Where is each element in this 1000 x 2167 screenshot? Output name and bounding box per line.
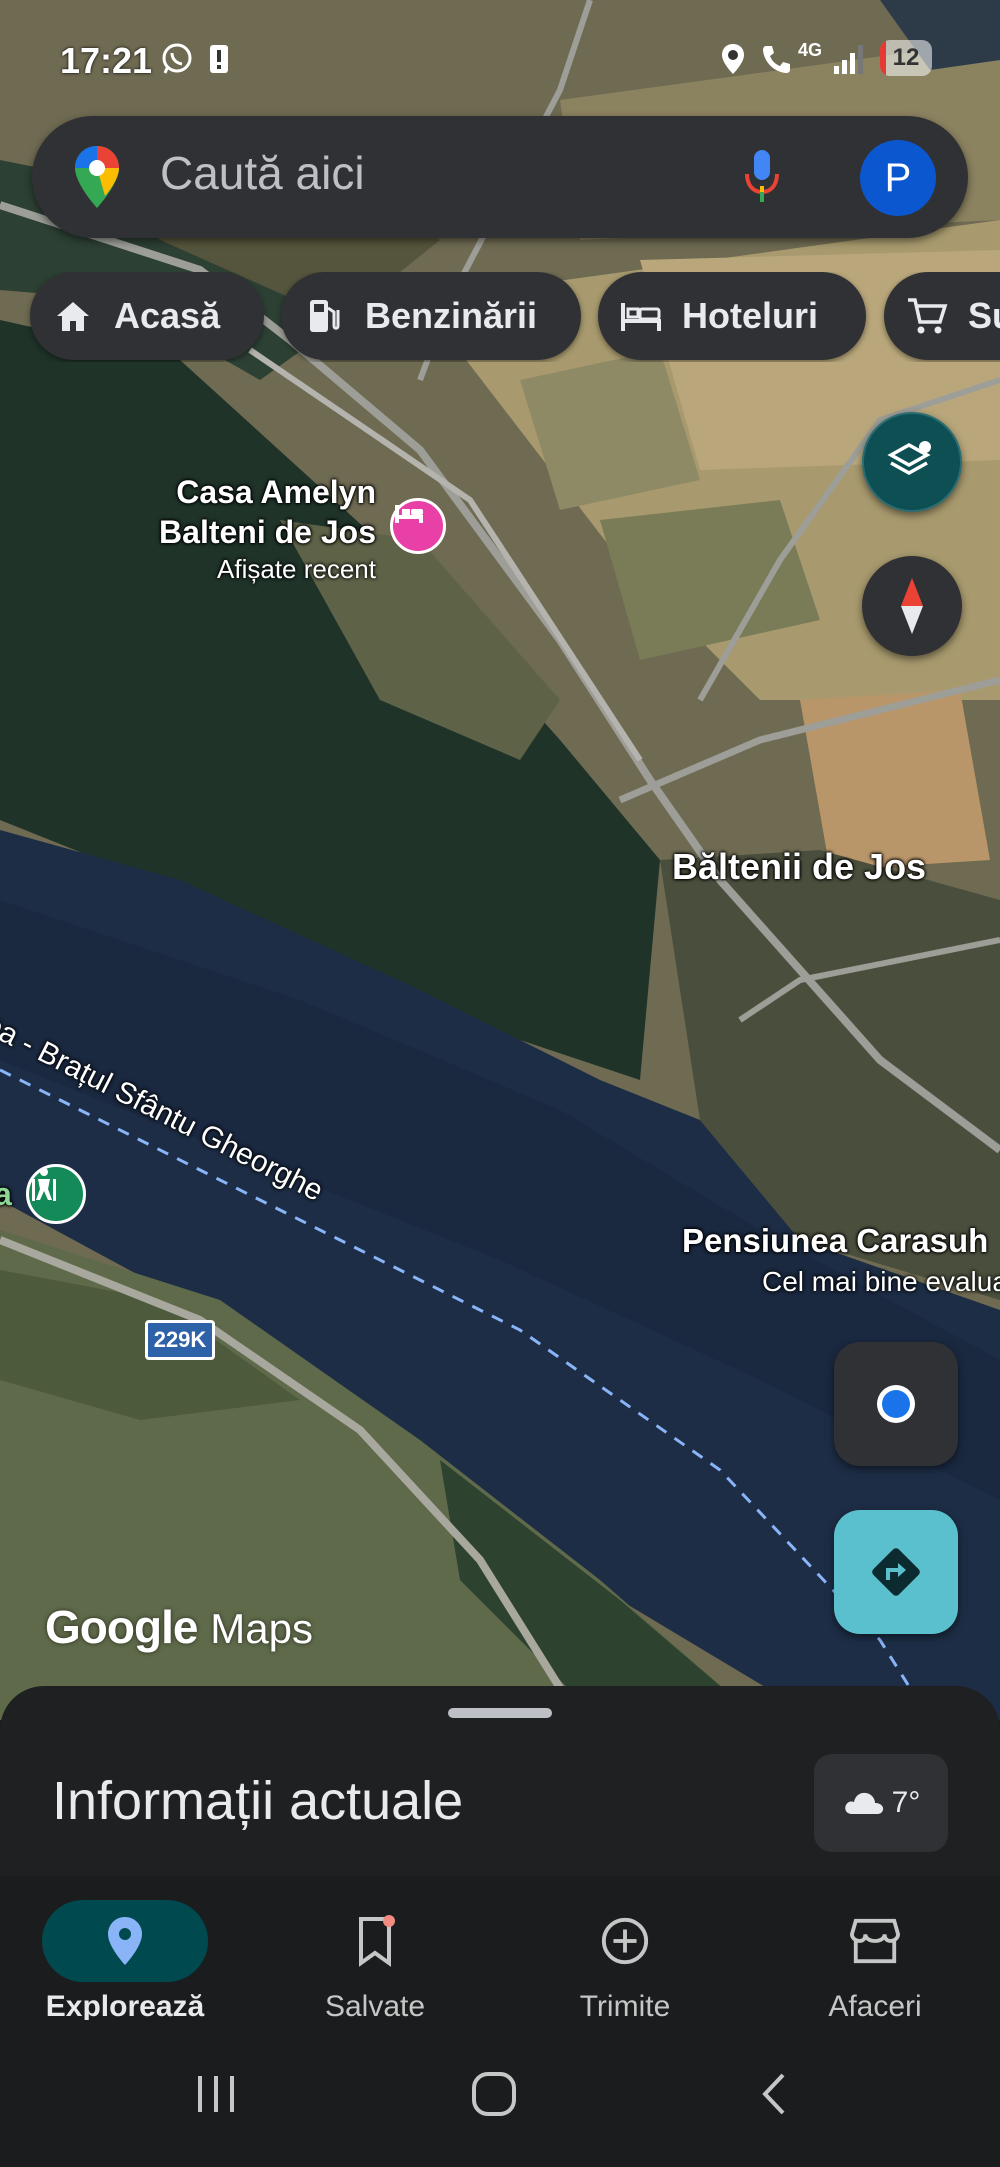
my-location-icon [877,1385,915,1423]
chip-gas-stations[interactable]: Benzinării [281,272,581,360]
cart-icon [904,293,950,339]
my-location-button[interactable] [834,1342,958,1466]
temperature: 7° [891,1786,921,1819]
bottom-nav: Explorează Salvate Trimite Afaceri [0,1876,1000,2023]
directions-button[interactable] [834,1510,958,1634]
nav-label: Salvate [324,1990,426,2023]
cloud-icon [844,1792,883,1814]
battery-level: 12 [892,44,920,71]
whatsapp-icon [160,42,194,76]
system-nav-bar [0,2020,1000,2167]
compass-button[interactable] [862,556,962,656]
casa-amelyn-subtitle: Afișate recent [217,554,376,584]
battery-indicator: 12 [880,40,932,76]
chip-label: Su [968,295,1000,336]
back-icon [762,2073,785,2115]
nav-label: Afaceri [828,1990,922,2023]
hotel-pin-icon[interactable] [390,498,446,554]
logo-product: Maps [210,1605,313,1652]
nav-explore[interactable]: Explorează [0,1890,250,2023]
bed-icon [618,293,664,339]
directions-icon [872,1548,920,1596]
location-icon [720,42,746,76]
village-label[interactable]: Băltenii de Jos [672,846,926,888]
edge-place-label: a [0,1176,12,1212]
weather-chip[interactable]: 7° [814,1754,948,1852]
category-chips: Acasă Benzinării Hoteluri Su [0,272,1000,362]
maps-pin-icon [72,144,122,210]
chip-home[interactable]: Acasă [30,272,264,360]
nav-label: Explorează [45,1990,205,2023]
mic-icon[interactable] [742,146,782,208]
search-input[interactable]: Caută aici [160,146,365,200]
home-nav-icon [472,2072,516,2116]
layers-icon [887,441,931,476]
casa-amelyn-label[interactable]: Casa Amelyn [176,474,376,511]
google-maps-logo: Google Maps [45,1600,313,1654]
signal-icon [832,42,866,76]
storefront-icon [850,1914,900,1968]
compass-icon [901,578,923,634]
nav-contribute[interactable]: Trimite [500,1890,750,2023]
place-name-line1: Casa Amelyn [176,474,376,510]
chip-label: Acasă [114,295,221,336]
layers-button[interactable] [862,412,962,512]
hiking-pin-icon[interactable] [26,1164,86,1224]
chip-label: Hoteluri [682,295,819,336]
bottom-sheet[interactable]: Informații actuale 7° [0,1686,1000,1876]
route-shield: 229K [145,1320,215,1360]
casa-amelyn-label-line2: Balteni de Jos [159,514,376,550]
sheet-drag-handle[interactable] [448,1708,552,1718]
home-nav-button[interactable] [454,2064,534,2124]
recents-button[interactable] [176,2064,256,2124]
home-icon [50,293,96,339]
add-circle-icon [600,1914,650,1968]
status-time: 17:21 [60,40,153,81]
back-button[interactable] [734,2064,814,2124]
search-bar[interactable]: Caută aici P [32,116,968,238]
explore-pin-icon [100,1914,150,1968]
nav-label: Trimite [579,1990,671,2023]
wifi-call-icon [760,42,794,76]
nav-saved[interactable]: Salvate [250,1890,500,2023]
alert-icon [208,42,230,76]
chip-hotels[interactable]: Hoteluri [598,272,866,360]
pensiune-label[interactable]: Pensiunea Carasuh [682,1222,988,1260]
logo-brand: Google [45,1601,198,1653]
recents-icon [198,2076,234,2112]
bookmark-icon [350,1914,400,1968]
chip-groceries[interactable]: Su [884,272,1000,360]
gas-station-icon [301,293,347,339]
account-avatar[interactable]: P [860,140,936,216]
network-type: 4G [798,40,823,60]
status-bar: 17:21 4G 12 [0,0,1000,110]
chip-label: Benzinării [365,295,538,336]
sheet-title: Informații actuale [52,1771,464,1831]
nav-business[interactable]: Afaceri [750,1890,1000,2023]
pensiune-subtitle: Cel mai bine evalua [762,1266,1000,1297]
